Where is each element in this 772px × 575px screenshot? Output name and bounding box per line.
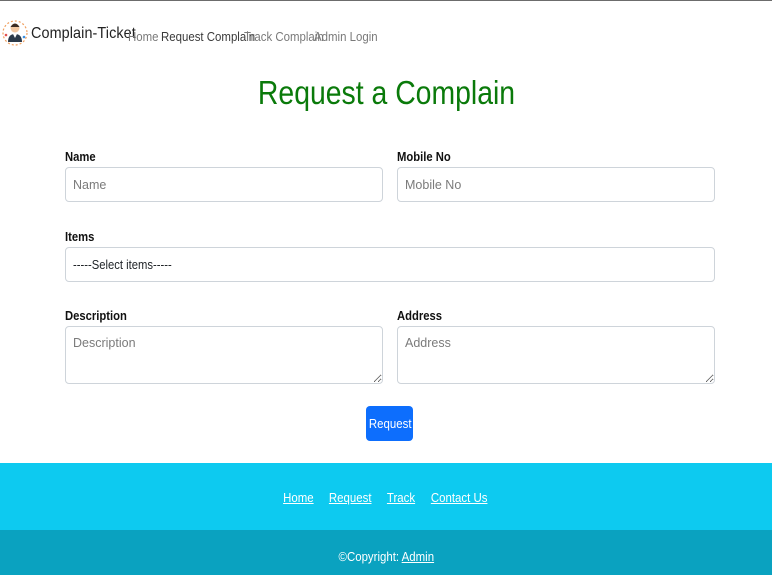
support-agent-icon[interactable]	[2, 15, 28, 51]
mobile-label: Mobile No	[397, 150, 451, 164]
footer-link-request[interactable]: Request	[329, 490, 372, 505]
footer-links-bar: Home Request Track Contact Us	[0, 463, 772, 530]
nav-link-track-complain[interactable]: Track Complain	[244, 29, 324, 44]
footer-copyright-bar: ©Copyright: Admin	[0, 530, 772, 575]
nav-link-request-complain[interactable]: Request Complain	[161, 29, 255, 44]
address-textarea[interactable]	[397, 326, 715, 384]
description-textarea[interactable]	[65, 326, 383, 384]
items-select-value: -----Select items-----	[73, 257, 172, 272]
mobile-input[interactable]	[397, 167, 715, 202]
request-button[interactable]: Request	[366, 406, 413, 441]
copyright-admin-link[interactable]: Admin	[401, 549, 433, 564]
page-title: Request a Complain	[257, 74, 515, 111]
items-select[interactable]: -----Select items-----	[65, 247, 715, 282]
copyright-text: ©Copyright: Admin	[338, 549, 434, 564]
name-input[interactable]	[65, 167, 383, 202]
footer-link-contact-us[interactable]: Contact Us	[431, 490, 488, 505]
name-label: Name	[65, 150, 96, 164]
brand-name[interactable]: Complain-Ticket	[31, 25, 136, 43]
footer-link-track[interactable]: Track	[387, 490, 415, 505]
nav-link-admin-login[interactable]: Admin Login	[314, 29, 378, 44]
address-label: Address	[397, 309, 443, 323]
items-label: Items	[65, 230, 95, 244]
nav-link-home[interactable]: Home	[128, 29, 159, 44]
description-label: Description	[65, 309, 127, 323]
footer-link-home[interactable]: Home	[283, 490, 314, 505]
navbar: Complain-Ticket Home Request Complain Tr…	[0, 1, 772, 71]
